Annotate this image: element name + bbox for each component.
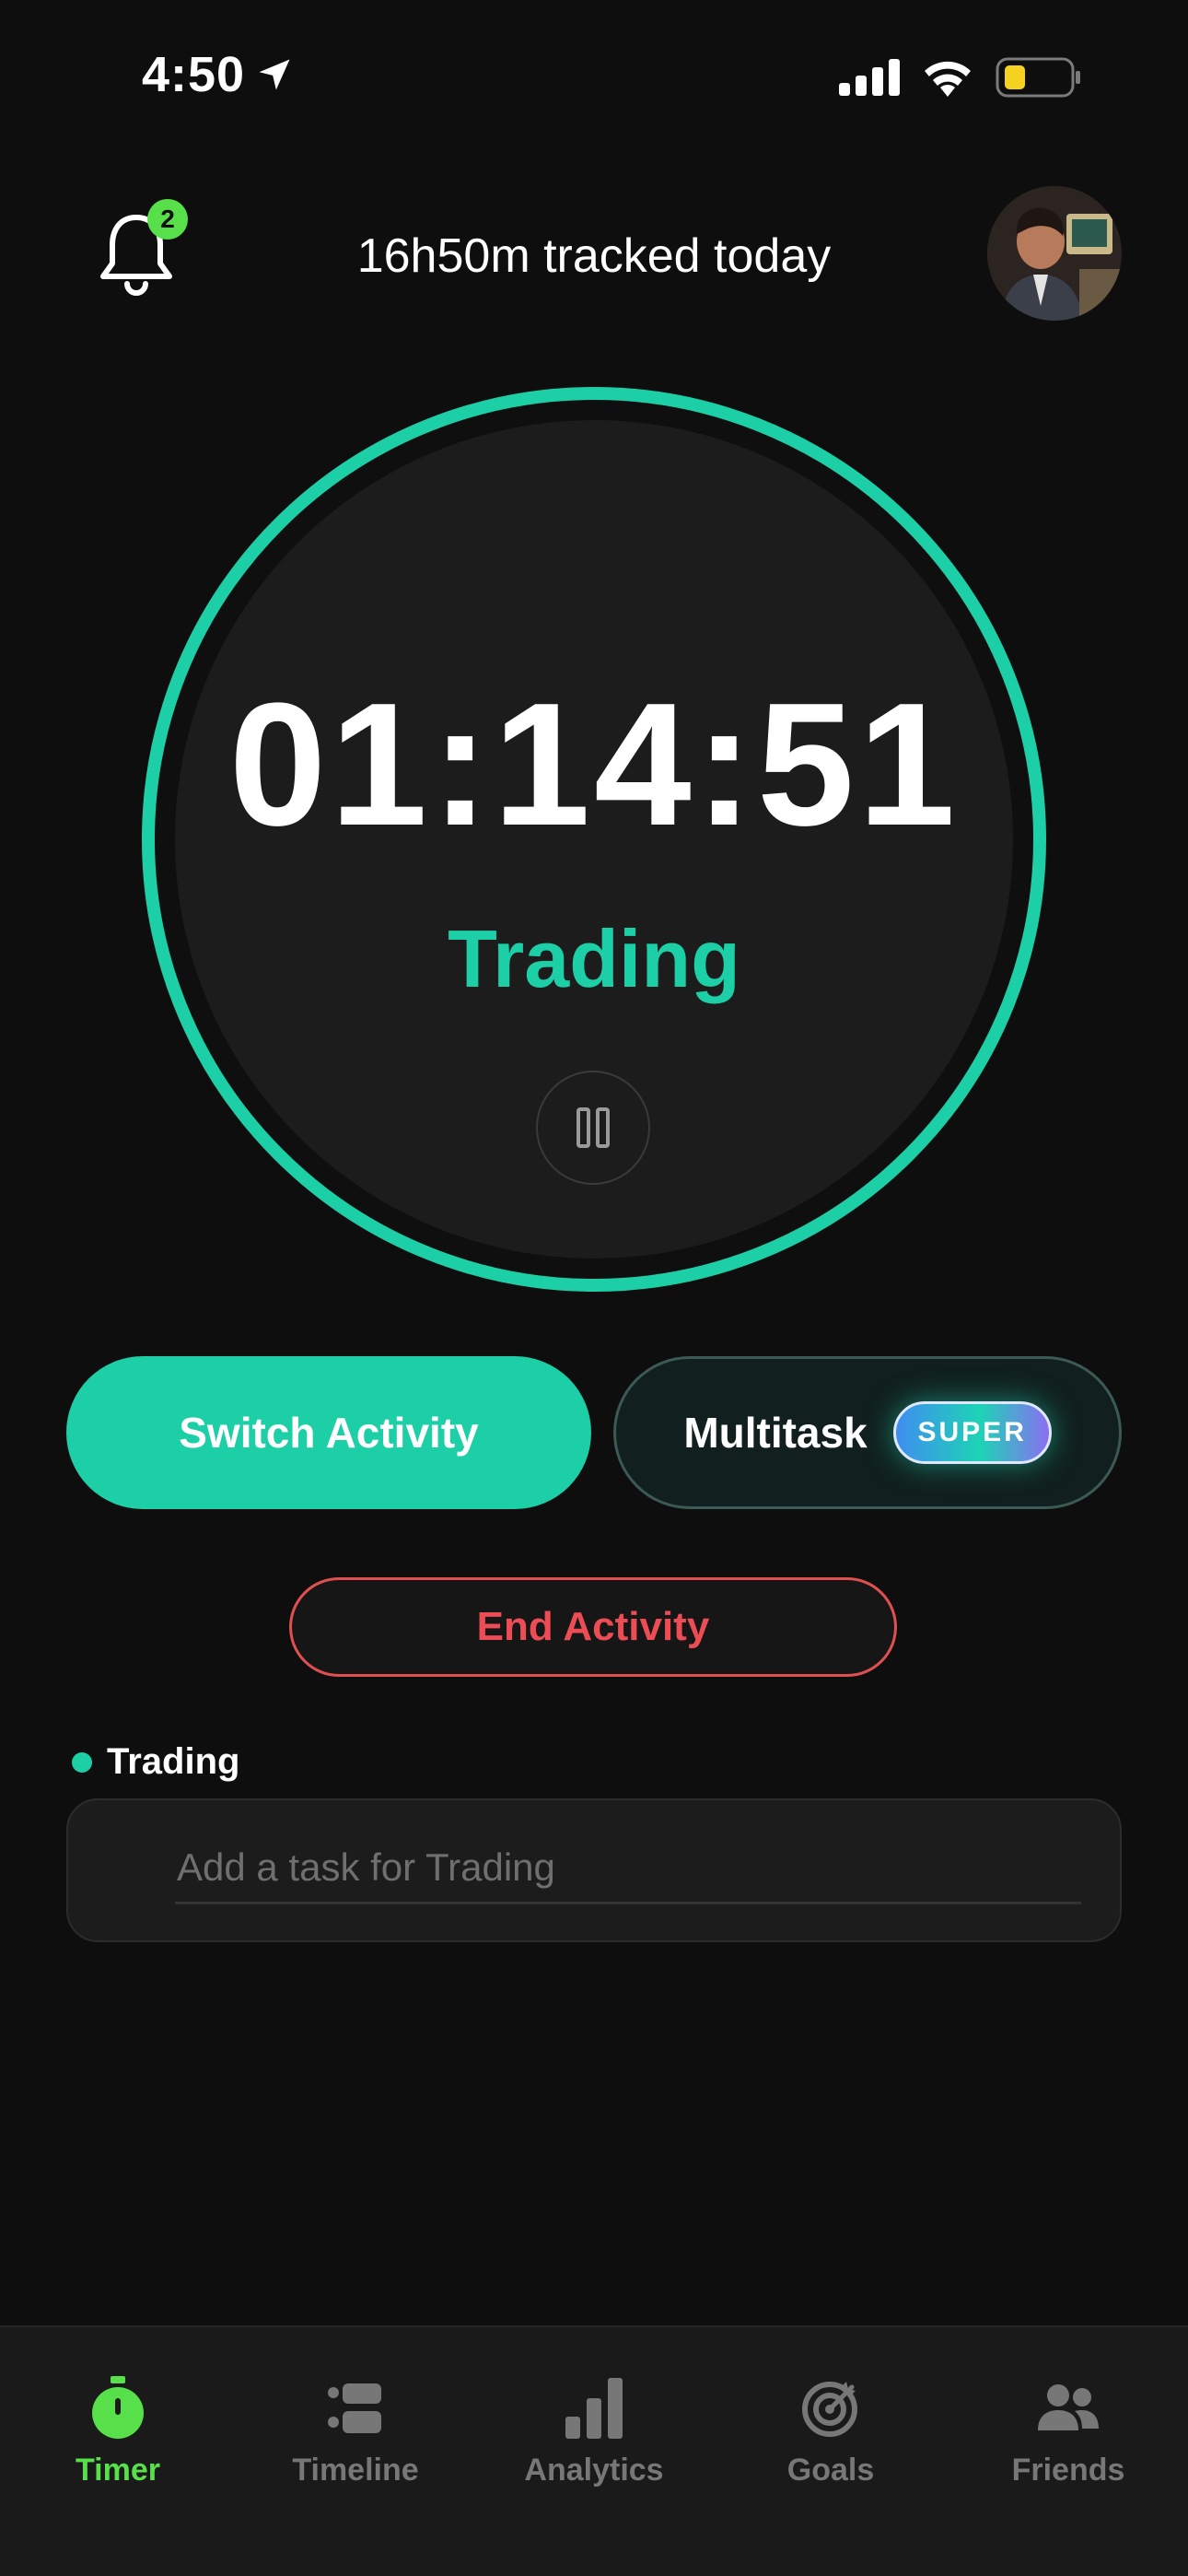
status-bar-time: 4:50 bbox=[142, 46, 295, 103]
tab-friends-label: Friends bbox=[1011, 2453, 1125, 2488]
timeline-icon bbox=[320, 2373, 390, 2443]
task-input-container bbox=[66, 1798, 1122, 1942]
bottom-tab-bar: Timer Timeline Analytics Goals Friends bbox=[0, 2325, 1188, 2576]
tab-timer-label: Timer bbox=[76, 2453, 160, 2488]
task-section-label: Trading bbox=[107, 1741, 240, 1782]
tab-timeline-label: Timeline bbox=[292, 2453, 419, 2488]
pause-icon bbox=[577, 1107, 610, 1148]
task-section-header: Trading bbox=[72, 1741, 239, 1783]
tab-timeline[interactable]: Timeline bbox=[254, 2373, 457, 2488]
add-task-input[interactable] bbox=[175, 1833, 1081, 1904]
multitask-label: Multitask bbox=[683, 1409, 868, 1457]
bar-chart-icon bbox=[559, 2373, 629, 2443]
end-activity-label: End Activity bbox=[476, 1604, 710, 1649]
status-bar-indicators bbox=[839, 57, 1082, 98]
tab-goals[interactable]: Goals bbox=[729, 2373, 932, 2488]
end-activity-button[interactable]: End Activity bbox=[289, 1577, 897, 1677]
activity-color-dot bbox=[72, 1751, 92, 1773]
switch-activity-label: Switch Activity bbox=[179, 1409, 479, 1457]
tab-analytics[interactable]: Analytics bbox=[493, 2373, 695, 2488]
status-time-text: 4:50 bbox=[142, 47, 246, 102]
elapsed-time: 01:14:51 bbox=[228, 667, 960, 862]
location-arrow-icon bbox=[259, 59, 290, 90]
people-icon bbox=[1033, 2373, 1103, 2443]
avatar-image bbox=[987, 186, 1122, 321]
cellular-signal-icon bbox=[839, 59, 900, 96]
battery-icon bbox=[996, 57, 1080, 98]
current-activity-label: Trading bbox=[448, 913, 740, 1004]
wifi-icon bbox=[925, 61, 971, 97]
super-badge: SUPER bbox=[892, 1401, 1052, 1464]
tab-goals-label: Goals bbox=[786, 2453, 875, 2488]
multitask-button[interactable]: Multitask SUPER bbox=[613, 1356, 1122, 1509]
profile-avatar[interactable] bbox=[987, 186, 1122, 321]
stopwatch-icon bbox=[83, 2373, 153, 2443]
tab-analytics-label: Analytics bbox=[524, 2453, 664, 2488]
tab-timer[interactable]: Timer bbox=[17, 2373, 219, 2488]
target-icon bbox=[796, 2373, 866, 2443]
tab-friends[interactable]: Friends bbox=[967, 2373, 1170, 2488]
pause-button[interactable] bbox=[536, 1071, 650, 1185]
switch-activity-button[interactable]: Switch Activity bbox=[66, 1356, 591, 1509]
